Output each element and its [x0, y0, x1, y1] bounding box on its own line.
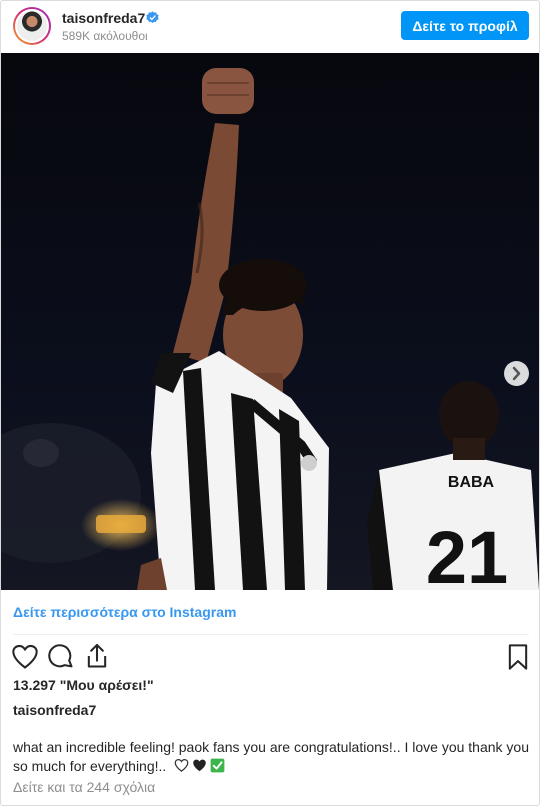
football-player-celebration-image: BABA 21 — [1, 53, 539, 590]
check-mark-icon — [210, 758, 225, 773]
username-link[interactable]: taisonfreda7 — [62, 10, 145, 26]
caption-emojis — [174, 758, 225, 773]
bookmark-icon[interactable] — [504, 643, 532, 671]
white-heart-icon — [174, 758, 189, 772]
caption-text: what an incredible feeling! paok fans yo… — [13, 739, 529, 774]
post-photo[interactable]: BABA 21 — [1, 53, 539, 590]
divider — [13, 634, 529, 635]
followers-count: 589K ακόλουθοι — [62, 29, 148, 43]
post-header: taisonfreda7 589K ακόλουθοι Δείτε το προ… — [1, 1, 539, 53]
like-heart-icon[interactable] — [11, 643, 39, 671]
post-actions — [1, 641, 539, 673]
avatar[interactable] — [13, 7, 51, 45]
verified-badge-icon — [146, 11, 159, 24]
post-author[interactable]: taisonfreda7 — [13, 702, 96, 718]
see-more-on-instagram-link[interactable]: Δείτε περισσότερα στο Instagram — [13, 604, 236, 620]
view-all-comments-link[interactable]: Δείτε και τα 244 σχόλια — [13, 779, 155, 795]
comment-icon[interactable] — [47, 643, 75, 671]
post-caption: what an incredible feeling! paok fans yo… — [13, 738, 531, 776]
jersey-name: BABA — [448, 474, 495, 491]
instagram-embed-card: taisonfreda7 589K ακόλουθοι Δείτε το προ… — [0, 0, 540, 806]
view-profile-button[interactable]: Δείτε το προφίλ — [401, 11, 529, 40]
black-heart-icon — [193, 759, 206, 772]
likes-count[interactable]: 13.297 "Μου αρέσει!" — [13, 677, 154, 693]
chevron-right-icon — [512, 366, 521, 381]
share-icon[interactable] — [83, 642, 111, 670]
jersey-number: 21 — [426, 516, 508, 590]
next-photo-button[interactable] — [504, 361, 529, 386]
